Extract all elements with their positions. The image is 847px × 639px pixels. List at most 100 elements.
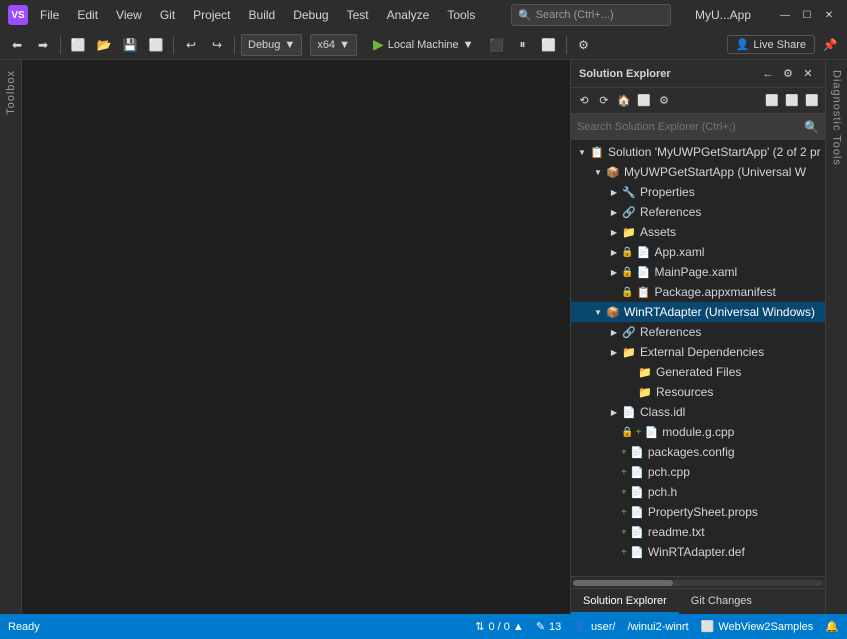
tree-item-assets[interactable]: ▶ 📁 Assets (571, 222, 825, 242)
menu-project[interactable]: Project (185, 6, 238, 24)
se-header: Solution Explorer ← ⚙ ✕ (571, 60, 825, 88)
run-options-button[interactable]: ⬛ (486, 34, 508, 56)
generated-files-label: Generated Files (656, 365, 741, 379)
se-filter-button[interactable]: ⬜ (635, 92, 653, 110)
tree-item-pch-h[interactable]: ▶ + 📄 pch.h (571, 482, 825, 502)
new-project-button[interactable]: ⬜ (67, 34, 89, 56)
tree-item-app-xaml[interactable]: ▶ 🔒 📄 App.xaml (571, 242, 825, 262)
undo-button[interactable]: ↩ (180, 34, 202, 56)
status-user[interactable]: 👤 user/ (573, 620, 615, 633)
se-home-button[interactable]: 🏠 (615, 92, 633, 110)
menu-tools[interactable]: Tools (439, 6, 483, 24)
se-settings-button[interactable]: ⚙ (655, 92, 673, 110)
tree-item-resources[interactable]: ▶ 📁 Resources (571, 382, 825, 402)
stop-button[interactable]: ⬜ (538, 34, 560, 56)
save-button[interactable]: 💾 (119, 34, 141, 56)
redo-button[interactable]: ↪ (206, 34, 228, 56)
packages-config-label: packages.config (648, 445, 735, 459)
tree-item-class-idl[interactable]: ▶ 📄 Class.idl (571, 402, 825, 422)
global-search[interactable]: 🔍 Search (Ctrl+...) (511, 4, 671, 26)
se-horizontal-scrollbar[interactable] (571, 576, 825, 588)
status-bar: Ready ⇅ 0 / 0 ▲ ✎ 13 👤 user/ /winui2-win… (0, 614, 847, 639)
packages-config-icon: 📄 (629, 444, 645, 460)
se-menu-button[interactable]: ⚙ (779, 65, 797, 83)
minimize-button[interactable]: — (775, 5, 795, 25)
tab-solution-explorer[interactable]: Solution Explorer (571, 589, 679, 614)
se-close-button[interactable]: ✕ (799, 65, 817, 83)
expander-solution: ▼ (575, 145, 589, 159)
package-icon: 📋 (635, 284, 651, 300)
menu-debug[interactable]: Debug (285, 6, 336, 24)
menu-git[interactable]: Git (152, 6, 183, 24)
ext-deps-label: External Dependencies (640, 345, 764, 359)
tree-item-generated-files[interactable]: ▶ 📁 Generated Files (571, 362, 825, 382)
save-all-button[interactable]: ⬜ (145, 34, 167, 56)
se-collapse-button[interactable]: ⟳ (595, 92, 613, 110)
tree-item-references[interactable]: ▶ 🔗 References (571, 202, 825, 222)
window-icon: ⬜ (701, 620, 715, 633)
menu-build[interactable]: Build (241, 6, 284, 24)
status-lines[interactable]: ✎ 13 (536, 620, 561, 633)
tree-item-project-winrt[interactable]: ▼ 📦 WinRTAdapter (Universal Windows) (571, 302, 825, 322)
tree-item-references2[interactable]: ▶ 🔗 References (571, 322, 825, 342)
tree-item-pch-cpp[interactable]: ▶ + 📄 pch.cpp (571, 462, 825, 482)
se-expand-button[interactable]: ⬜ (783, 92, 801, 110)
tree-item-propertysheet[interactable]: ▶ + 📄 PropertySheet.props (571, 502, 825, 522)
menu-bar: File Edit View Git Project Build Debug T… (32, 6, 507, 24)
tree-item-solution[interactable]: ▼ 📋 Solution 'MyUWPGetStartApp' (2 of 2 … (571, 142, 825, 162)
pause-button[interactable]: ⏸ (512, 34, 534, 56)
liveshare-button[interactable]: 👤 Live Share (727, 35, 815, 54)
winrtadapter-def-icon: 📄 (629, 544, 645, 560)
feedback-button[interactable]: 📌 (819, 34, 841, 56)
tree-view: ▼ 📋 Solution 'MyUWPGetStartApp' (2 of 2 … (571, 140, 825, 576)
se-pin-button[interactable]: ← (759, 65, 777, 83)
tree-item-module-cpp[interactable]: ▶ 🔒 + 📄 module.g.cpp (571, 422, 825, 442)
play-icon: ▶ (373, 36, 384, 53)
se-refresh-button[interactable]: ⟲ (575, 92, 593, 110)
status-ready[interactable]: Ready (8, 621, 40, 633)
close-button[interactable]: ✕ (819, 5, 839, 25)
restore-button[interactable]: ☐ (797, 5, 817, 25)
se-search-input[interactable] (577, 121, 800, 133)
tree-item-winrtadapter-def[interactable]: ▶ + 📄 WinRTAdapter.def (571, 542, 825, 562)
nav-back-button[interactable]: ⬅ (6, 34, 28, 56)
window-label: WebView2Samples (718, 621, 813, 633)
status-window[interactable]: ⬜ WebView2Samples (701, 620, 814, 633)
winrtadapter-def-label: WinRTAdapter.def (648, 545, 745, 559)
toolbar-sep-2 (173, 36, 174, 54)
menu-edit[interactable]: Edit (69, 6, 106, 24)
open-button[interactable]: 📂 (93, 34, 115, 56)
se-title: Solution Explorer (579, 68, 671, 80)
menu-view[interactable]: View (108, 6, 150, 24)
menu-file[interactable]: File (32, 6, 67, 24)
ready-label: Ready (8, 621, 40, 633)
vs-logo: VS (8, 5, 28, 25)
platform-dropdown[interactable]: x64 ▼ (310, 34, 357, 56)
tab-git-changes[interactable]: Git Changes (679, 589, 764, 614)
se-preview-button[interactable]: ⬜ (803, 92, 821, 110)
status-branch[interactable]: ⇅ 0 / 0 ▲ (475, 620, 524, 633)
status-path[interactable]: /winui2-winrt (627, 621, 688, 633)
tree-item-package[interactable]: ▶ 🔒 📋 Package.appxmanifest (571, 282, 825, 302)
se-search-bar[interactable]: 🔍 (571, 114, 825, 140)
run-button[interactable]: ▶ Local Machine ▼ (365, 34, 482, 55)
debug-config-dropdown[interactable]: Debug ▼ (241, 34, 302, 56)
se-split-button[interactable]: ⬜ (763, 92, 781, 110)
readme-icon: 📄 (629, 524, 645, 540)
module-cpp-icon: 📄 (643, 424, 659, 440)
tree-item-properties[interactable]: ▶ 🔧 Properties (571, 182, 825, 202)
performance-button[interactable]: ⚙ (573, 34, 595, 56)
tree-item-readme[interactable]: ▶ + 📄 readme.txt (571, 522, 825, 542)
tree-item-packages-config[interactable]: ▶ + 📄 packages.config (571, 442, 825, 462)
menu-test[interactable]: Test (339, 6, 377, 24)
plus-icon-pch-h: + (621, 487, 627, 498)
tree-item-project-uwp[interactable]: ▼ 📦 MyUWPGetStartApp (Universal W (571, 162, 825, 182)
tree-item-ext-deps[interactable]: ▶ 📁 External Dependencies (571, 342, 825, 362)
nav-forward-button[interactable]: ➡ (32, 34, 54, 56)
main-layout: Toolbox Solution Explorer ← ⚙ ✕ ⟲ ⟳ 🏠 ⬜ … (0, 60, 847, 614)
menu-analyze[interactable]: Analyze (379, 6, 438, 24)
run-dropdown-arrow: ▼ (463, 39, 474, 51)
plus-icon-module: + (635, 427, 641, 438)
status-bell[interactable]: 🔔 (825, 620, 839, 633)
tree-item-mainpage-xaml[interactable]: ▶ 🔒 📄 MainPage.xaml (571, 262, 825, 282)
